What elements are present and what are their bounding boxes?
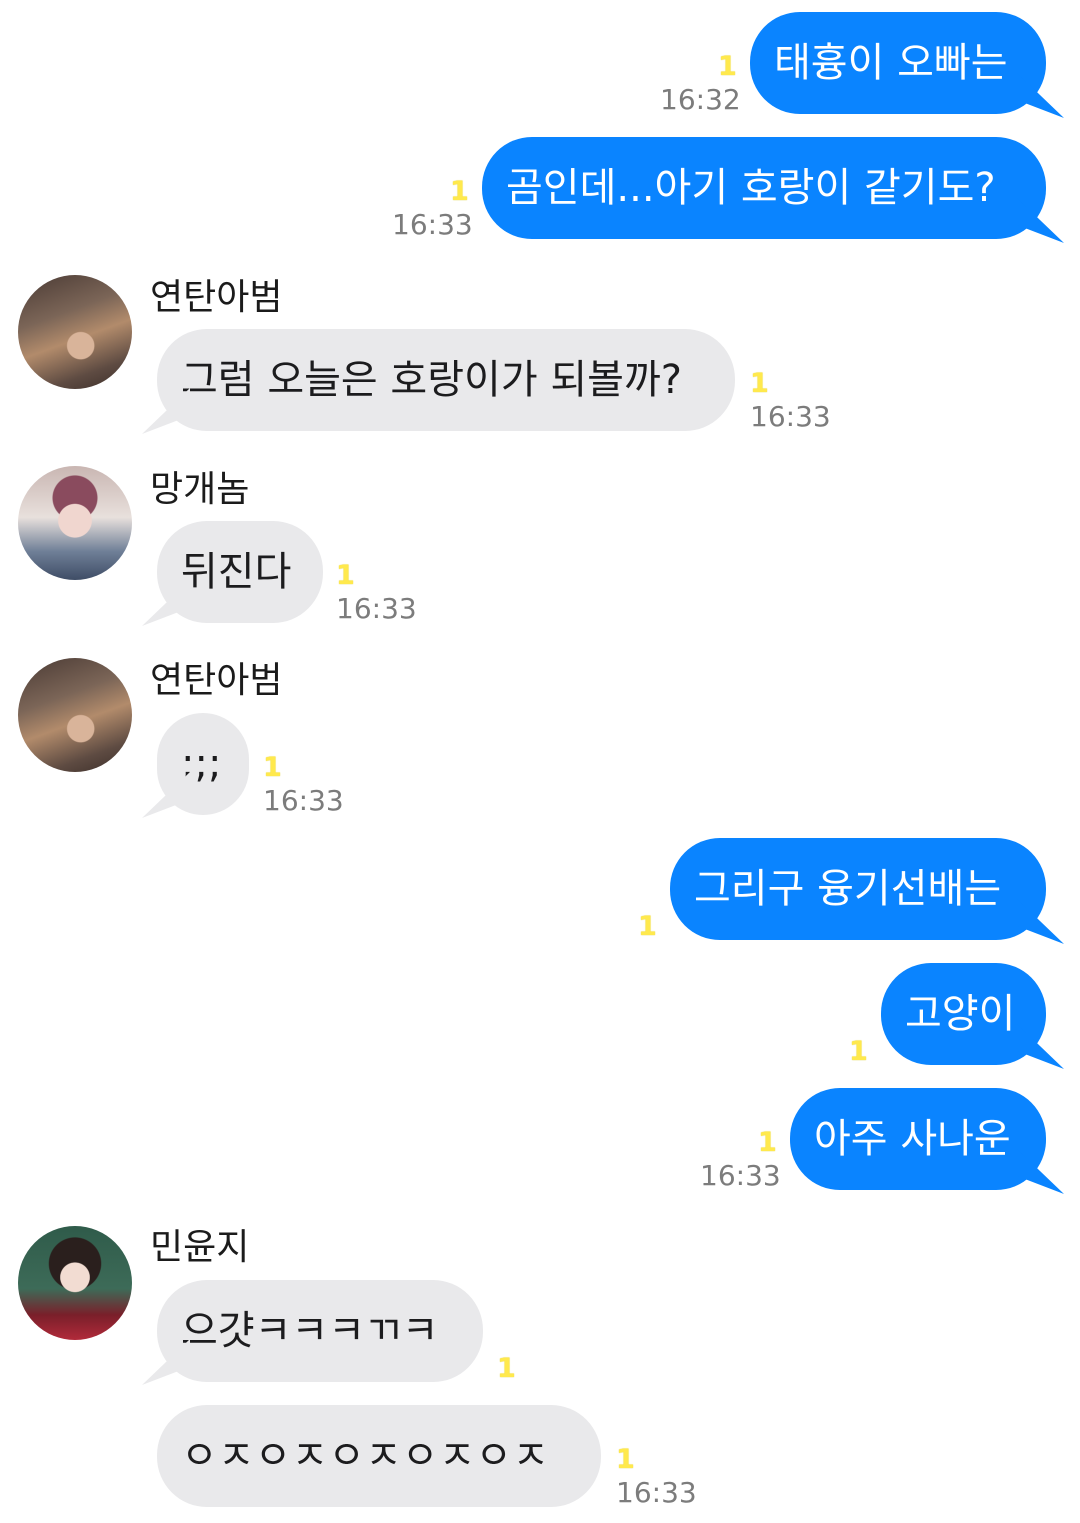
message-text: 곰인데...아기 호랑이 같기도? xyxy=(506,165,996,211)
message-text: ㅇㅈㅇㅈㅇㅈㅇㅈㅇㅈ xyxy=(181,1433,549,1479)
timestamp: 16:33 xyxy=(700,1159,781,1192)
message-bubble-outgoing[interactable]: 태흉이 오빠는 xyxy=(750,12,1046,114)
sender-name: 망개놈 xyxy=(150,469,250,510)
read-count: 1 xyxy=(336,560,355,591)
read-count: 1 xyxy=(616,1444,635,1475)
read-count: 1 xyxy=(758,1127,777,1158)
read-count: 1 xyxy=(750,368,769,399)
avatar[interactable] xyxy=(18,658,132,772)
avatar[interactable] xyxy=(18,466,132,580)
message-bubble-incoming[interactable]: 그럼 오늘은 호랑이가 되볼까? xyxy=(157,329,735,431)
read-count: 1 xyxy=(450,176,469,207)
timestamp: 16:33 xyxy=(263,784,344,817)
message-text: 아주 사나운 xyxy=(814,1116,1011,1162)
sender-name: 민윤지 xyxy=(150,1227,250,1268)
read-count: 1 xyxy=(638,911,657,942)
timestamp: 16:33 xyxy=(750,400,831,433)
read-count: 1 xyxy=(263,752,282,783)
avatar[interactable] xyxy=(18,275,132,389)
message-bubble-outgoing[interactable]: 곰인데...아기 호랑이 같기도? xyxy=(482,137,1046,239)
avatar[interactable] xyxy=(18,1226,132,1340)
read-count: 1 xyxy=(718,51,737,82)
message-bubble-outgoing[interactable]: 그리구 융기선배는 xyxy=(670,838,1046,940)
timestamp: 16:32 xyxy=(660,83,741,116)
message-bubble-outgoing[interactable]: 아주 사나운 xyxy=(790,1088,1046,1190)
message-text: 그럼 오늘은 호랑이가 되볼까? xyxy=(181,357,682,403)
sender-name: 연탄아범 xyxy=(150,277,283,318)
message-text: 그리구 융기선배는 xyxy=(694,866,1002,912)
message-text: 으걋ㅋㅋㅋㄲㅋ xyxy=(181,1308,439,1354)
timestamp: 16:33 xyxy=(392,208,473,241)
sender-name: 연탄아범 xyxy=(150,660,283,701)
message-bubble-incoming[interactable]: 으걋ㅋㅋㅋㄲㅋ xyxy=(157,1280,483,1382)
message-bubble-incoming[interactable]: ㅇㅈㅇㅈㅇㅈㅇㅈㅇㅈ xyxy=(157,1405,601,1507)
message-text: 태흉이 오빠는 xyxy=(774,40,1008,86)
read-count: 1 xyxy=(849,1036,868,1067)
message-text: 뒤진다 xyxy=(181,549,292,595)
timestamp: 16:33 xyxy=(336,592,417,625)
timestamp: 16:33 xyxy=(616,1476,697,1509)
read-count: 1 xyxy=(497,1353,516,1384)
message-text: 고양이 xyxy=(905,991,1016,1037)
